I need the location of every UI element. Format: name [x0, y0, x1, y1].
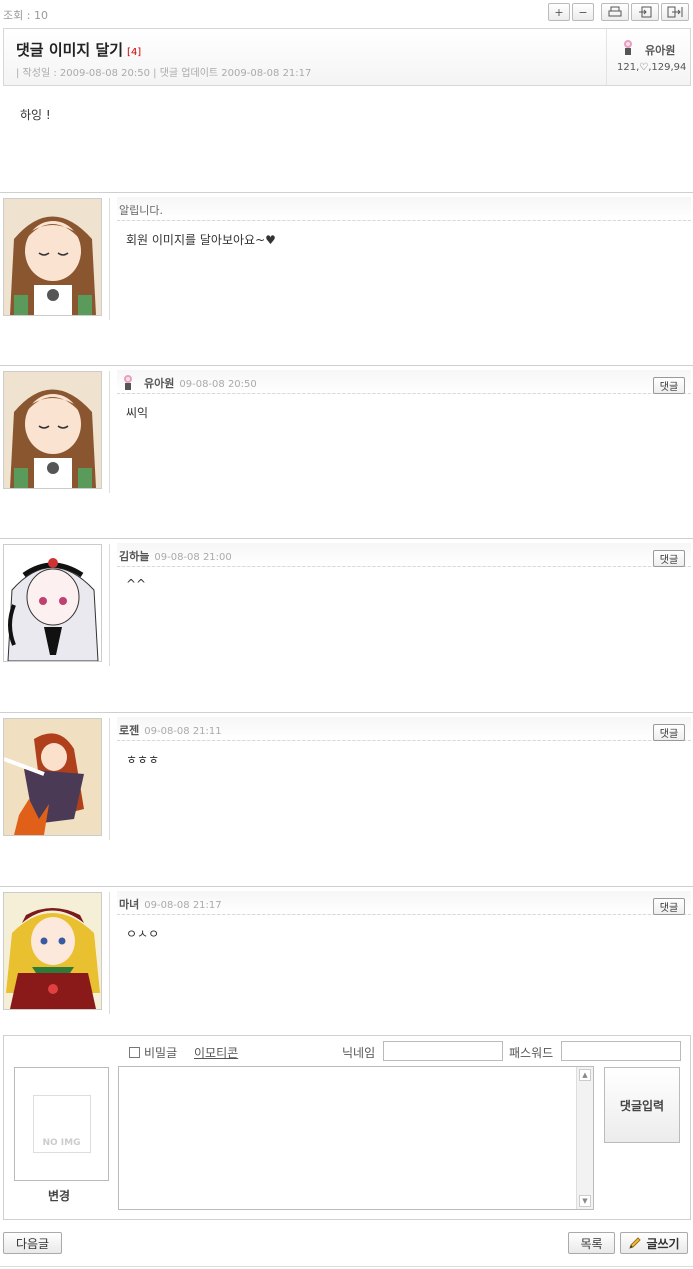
avatar-image: [4, 199, 101, 315]
comment-header: 로젠 09-08-08 21:11 댓글: [117, 717, 691, 741]
author-box[interactable]: 유아원 121,♡,129,94: [606, 29, 690, 85]
scroll-down-icon[interactable]: ▼: [579, 1195, 591, 1207]
member-image-box[interactable]: NO IMG: [14, 1067, 109, 1181]
scrap-button[interactable]: [631, 3, 659, 21]
post-title-text: 댓글 이미지 달기: [16, 41, 124, 59]
reply-button[interactable]: 댓글: [653, 377, 685, 394]
reply-button[interactable]: 댓글: [653, 724, 685, 741]
comment-date: 09-08-08 21:11: [144, 726, 222, 737]
post-header: 댓글 이미지 달기 [4] | 작성일 : 2009-08-08 20:50 | …: [3, 28, 691, 86]
comment-header: 마녀 09-08-08 21:17 댓글: [117, 891, 691, 915]
comment-form: NO IMG 변경 비밀글 이모티콘 닉네임 패스워드 ▲ ▼ 댓글입력: [3, 1035, 691, 1220]
comment-author[interactable]: 로젠 09-08-08 21:11: [119, 722, 222, 738]
comment-header: 김하늘 09-08-08 21:00 댓글: [117, 543, 691, 567]
nickname-field[interactable]: [383, 1041, 503, 1061]
comment-text: ㅇㅅㅇ: [126, 927, 160, 941]
avatar-image: [4, 545, 101, 661]
comment-author[interactable]: 마녀 09-08-08 21:17: [119, 896, 222, 912]
list-button[interactable]: 목록: [568, 1232, 615, 1254]
share-button[interactable]: [661, 3, 689, 21]
comment-date: 09-08-08 21:17: [144, 900, 222, 911]
avatar-image: [4, 893, 101, 1009]
comment-item: 마녀 09-08-08 21:17 댓글 ㅇㅅㅇ: [0, 886, 693, 1036]
change-image-link[interactable]: 변경: [48, 1187, 70, 1204]
secret-checkbox[interactable]: [129, 1047, 140, 1058]
avatar: [3, 371, 102, 489]
notice-block: 알립니다. 회원 이미지를 달아보아요~♥: [0, 192, 693, 342]
scrap-icon: [639, 6, 652, 18]
next-post-button[interactable]: 다음글: [3, 1232, 62, 1254]
submit-comment-button[interactable]: 댓글입력: [604, 1067, 680, 1143]
password-label: 패스워드: [509, 1046, 554, 1060]
comment-item: 김하늘 09-08-08 21:00 댓글 ^^: [0, 538, 693, 688]
avatar: [3, 892, 102, 1010]
comment-author-name[interactable]: 마녀: [119, 898, 139, 911]
comment-item: 유아원 09-08-08 20:50 댓글 씨익: [0, 365, 693, 515]
nickname-label: 닉네임: [342, 1046, 376, 1060]
divider: [109, 544, 110, 666]
font-decrease-button[interactable]: −: [572, 3, 594, 21]
avatar: [3, 544, 102, 662]
comment-text: ㅎㅎㅎ: [126, 753, 160, 767]
divider: [109, 371, 110, 493]
divider: [109, 892, 110, 1014]
comment-item: 로젠 09-08-08 21:11 댓글 ㅎㅎㅎ: [0, 712, 693, 862]
password-field[interactable]: [561, 1041, 681, 1061]
comment-header: 유아원 09-08-08 20:50 댓글: [117, 370, 691, 394]
secret-label: 비밀글: [144, 1046, 178, 1060]
export-icon: [667, 6, 683, 18]
avatar-image: [4, 719, 101, 835]
comment-author-name[interactable]: 김하늘: [119, 550, 149, 563]
comment-date: 09-08-08 20:50: [179, 379, 257, 390]
divider: [109, 718, 110, 840]
notice-text: 회원 이미지를 달아보아요~♥: [126, 233, 276, 247]
pencil-icon: [629, 1237, 642, 1249]
top-bar: 조회 : 10 + −: [0, 0, 693, 26]
comment-author-name[interactable]: 로젠: [119, 724, 139, 737]
font-increase-button[interactable]: +: [548, 3, 570, 21]
comment-count: [4]: [127, 47, 142, 58]
no-image-label: NO IMG: [42, 1138, 81, 1148]
write-post-button[interactable]: 글쓰기: [620, 1232, 688, 1254]
divider: [109, 198, 110, 320]
comment-author-name[interactable]: 유아원: [144, 377, 174, 390]
bottom-divider: [0, 1266, 693, 1267]
post-title: 댓글 이미지 달기 [4]: [16, 39, 141, 60]
print-icon: [608, 6, 622, 17]
write-post-label: 글쓰기: [646, 1236, 680, 1251]
secret-option[interactable]: 비밀글: [129, 1044, 177, 1061]
avatar: [3, 718, 102, 836]
notice-header: 알립니다.: [117, 197, 691, 221]
view-count: 조회 : 10: [3, 9, 48, 22]
comment-textarea[interactable]: ▲ ▼: [118, 1066, 594, 1210]
post-meta: | 작성일 : 2009-08-08 20:50 | 댓글 업데이트 2009-…: [16, 68, 312, 79]
scroll-up-icon[interactable]: ▲: [579, 1069, 591, 1081]
comment-date: 09-08-08 21:00: [154, 552, 232, 563]
print-button[interactable]: [601, 3, 629, 21]
reply-button[interactable]: 댓글: [653, 550, 685, 567]
no-image-placeholder: NO IMG: [32, 1095, 91, 1153]
author-stats: 121,♡,129,94: [617, 62, 687, 73]
comment-text: 씨익: [126, 406, 149, 420]
avatar-image: [4, 372, 101, 488]
notice-title: 알립니다.: [119, 204, 163, 217]
emoticon-link[interactable]: 이모티콘: [194, 1044, 238, 1061]
author-name[interactable]: 유아원: [645, 42, 675, 58]
comment-text: ^^: [126, 577, 147, 591]
comment-author[interactable]: 김하늘 09-08-08 21:00: [119, 548, 232, 564]
reply-button[interactable]: 댓글: [653, 898, 685, 915]
member-icon: [624, 40, 632, 55]
comment-author[interactable]: 유아원 09-08-08 20:50: [144, 375, 257, 391]
avatar: [3, 198, 102, 316]
textarea-scrollbar[interactable]: ▲ ▼: [576, 1067, 593, 1209]
post-body: 하잉 !: [20, 108, 51, 122]
member-icon: [124, 375, 132, 390]
